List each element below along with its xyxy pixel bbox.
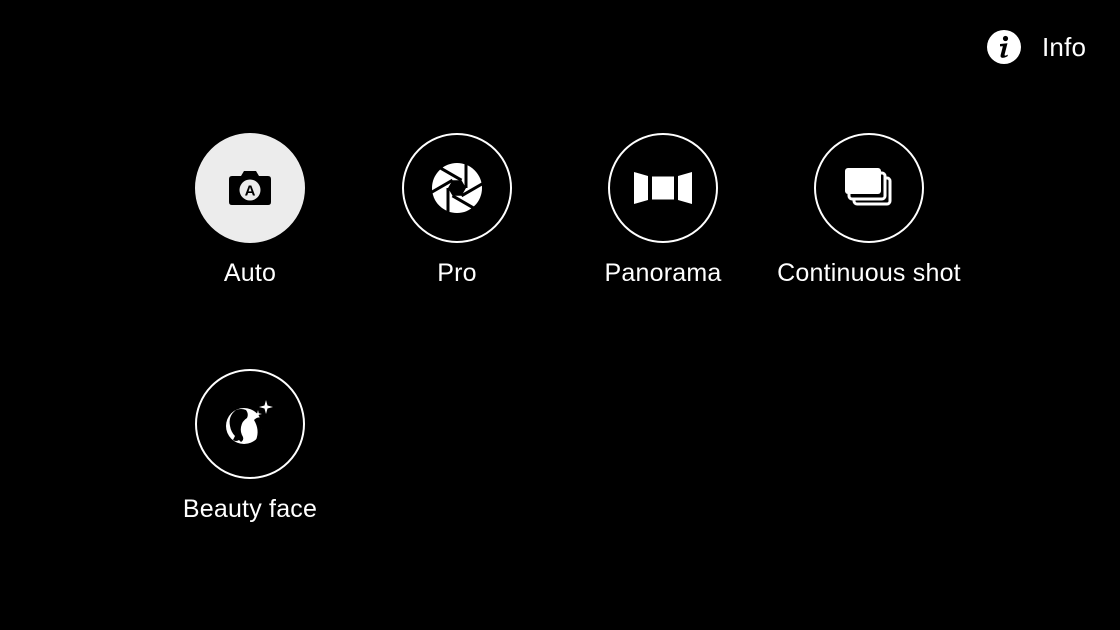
camera-mode-screen: Info A Auto Pro Panorama Continuous shot… (0, 0, 1120, 630)
info-button[interactable]: Info (986, 28, 1086, 66)
mode-auto[interactable]: A Auto (140, 133, 360, 288)
camera-auto-icon: A (229, 171, 271, 205)
mode-pro[interactable]: Pro (347, 133, 567, 288)
svg-text:A: A (245, 183, 256, 200)
mode-beauty-face-button[interactable] (195, 369, 305, 479)
mode-beauty-face[interactable]: Beauty face (140, 369, 360, 524)
stacked-photos-icon (845, 168, 892, 206)
mode-panorama-button[interactable] (608, 133, 718, 243)
mode-pro-button[interactable] (402, 133, 512, 243)
mode-continuous-shot[interactable]: Continuous shot (759, 133, 979, 288)
mode-panorama-label: Panorama (604, 259, 722, 287)
mode-beauty-face-label: Beauty face (182, 495, 318, 523)
beauty-face-icon (226, 400, 273, 444)
info-label: Info (1042, 31, 1087, 62)
mode-continuous-shot-label: Continuous shot (777, 259, 961, 287)
mode-pro-label: Pro (437, 259, 477, 287)
info-icon (987, 30, 1021, 64)
mode-continuous-shot-button[interactable] (814, 133, 924, 243)
mode-auto-button[interactable]: A (195, 133, 305, 243)
mode-panorama[interactable]: Panorama (553, 133, 773, 288)
mode-auto-label: Auto (223, 259, 277, 287)
panorama-icon (634, 172, 692, 204)
aperture-icon (430, 161, 484, 215)
